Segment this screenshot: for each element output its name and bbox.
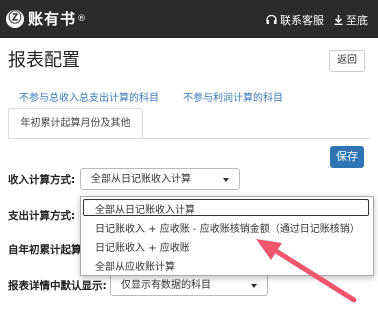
- annotation-arrow-icon: [256, 239, 357, 303]
